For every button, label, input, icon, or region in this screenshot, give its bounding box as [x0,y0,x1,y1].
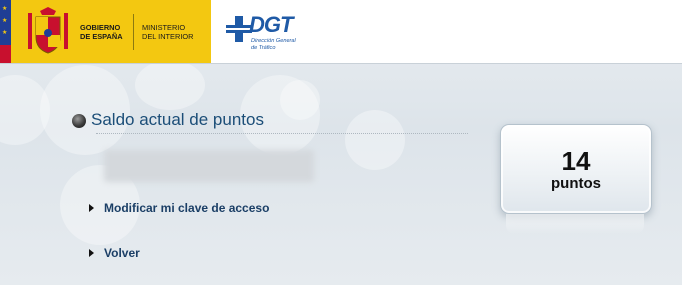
modify-access-key-link[interactable]: Modificar mi clave de acceso [89,201,269,215]
dgt-subtitle: Dirección General de Tráfico [251,38,296,51]
site-header: ★ ★ ★ GOBIERNO DE ESPAÑA MINISTERIO DEL … [0,0,682,64]
ministerio-del-interior-text: MINISTERIO DEL INTERIOR [142,23,194,41]
points-panel-reflection [506,214,644,234]
back-label: Volver [104,246,140,260]
points-value: 14 [561,146,591,176]
spain-coat-of-arms-icon [28,7,68,54]
page-title: Saldo actual de puntos [91,110,264,129]
dotted-divider [96,133,468,134]
eu-star-icon: ★ [2,6,8,12]
gobierno-de-espana-text: GOBIERNO DE ESPAÑA [80,23,123,41]
eu-star-icon: ★ [2,18,8,24]
background-bokeh [280,80,320,120]
background-bokeh [135,60,205,110]
background-bokeh [345,110,405,170]
points-unit-label: puntos [551,175,601,192]
triangle-right-icon [89,249,94,257]
government-logo-block: ★ ★ ★ GOBIERNO DE ESPAÑA MINISTERIO DEL … [0,0,211,63]
eu-flag-strip: ★ ★ ★ [0,0,11,63]
triangle-right-icon [89,204,94,212]
blurred-user-name [104,150,314,182]
modify-access-key-label: Modificar mi clave de acceso [104,201,270,215]
spain-flag-red-icon [0,45,11,63]
logo-divider [133,14,134,50]
back-link[interactable]: Volver [89,246,140,260]
dgt-logo-text: DGT [249,12,293,37]
black-circle-bullet-icon [72,114,86,128]
eu-star-icon: ★ [2,30,8,36]
points-balance-panel: 14 puntos [500,124,652,214]
